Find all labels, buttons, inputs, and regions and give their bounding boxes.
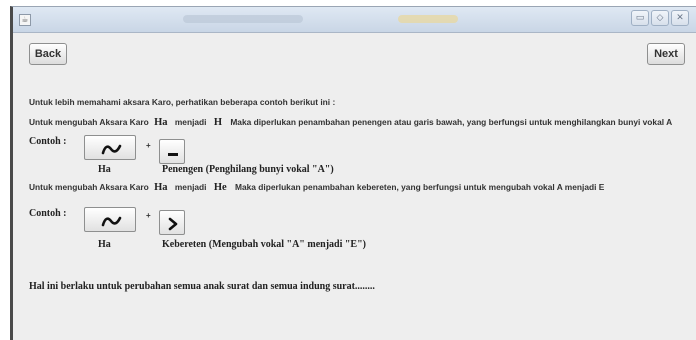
sentence-prefix: Untuk mengubah Aksara Karo bbox=[29, 117, 149, 127]
contoh-label: Contoh : bbox=[29, 208, 67, 219]
sentence-prefix: Untuk mengubah Aksara Karo bbox=[29, 182, 149, 192]
content-panel: Back Next Untuk lebih memahami aksara Ka… bbox=[13, 33, 696, 340]
close-icon[interactable]: ✕ bbox=[671, 10, 689, 26]
maximize-icon[interactable]: ◇ bbox=[651, 10, 669, 26]
back-button[interactable]: Back bbox=[29, 43, 67, 65]
aksara-ha-glyph-button[interactable] bbox=[84, 135, 136, 160]
kebereten-description: Kebereten (Mengubah vokal "A" menjadi "E… bbox=[162, 239, 366, 250]
ha-label: Ha bbox=[98, 239, 111, 250]
java-app-icon: ☕ bbox=[19, 14, 31, 26]
minimize-icon[interactable]: ▭ bbox=[631, 10, 649, 26]
ha-label: Ha bbox=[98, 164, 111, 175]
title-bar-background bbox=[183, 15, 303, 23]
to-letter: H bbox=[213, 117, 222, 128]
penengen-description: Penengen (Penghilang bunyi vokal "A") bbox=[162, 164, 334, 175]
aksara-ha-icon bbox=[101, 216, 122, 227]
menjadi-word: menjadi bbox=[174, 182, 207, 192]
aksara-ha-icon bbox=[101, 144, 122, 155]
from-letter: Ha bbox=[154, 117, 168, 128]
penengen-icon bbox=[168, 153, 178, 156]
penengen-glyph-button[interactable] bbox=[159, 139, 185, 164]
from-letter: Ha bbox=[154, 182, 168, 193]
kebereten-glyph-button[interactable] bbox=[159, 210, 185, 235]
sentence-suffix: Maka diperlukan penambahan kebereten, ya… bbox=[234, 182, 605, 192]
app-window: ☕ ▭ ◇ ✕ Back Next Untuk lebih memahami a… bbox=[10, 6, 696, 340]
plus-sign: + bbox=[146, 211, 151, 220]
to-letter: He bbox=[213, 182, 227, 193]
kebereten-icon bbox=[168, 217, 178, 231]
next-button[interactable]: Next bbox=[647, 43, 685, 65]
title-bar-background bbox=[398, 15, 458, 23]
plus-sign: + bbox=[146, 141, 151, 150]
menjadi-word: menjadi bbox=[174, 117, 207, 127]
contoh-label: Contoh : bbox=[29, 136, 67, 147]
title-bar: ☕ ▭ ◇ ✕ bbox=[13, 7, 696, 33]
example2-sentence: Untuk mengubah Aksara Karo Ha menjadi He… bbox=[29, 182, 604, 193]
example1-sentence: Untuk mengubah Aksara Karo Ha menjadi H … bbox=[29, 117, 672, 128]
intro-text: Untuk lebih memahami aksara Karo, perhat… bbox=[29, 97, 336, 107]
sentence-suffix: Maka diperlukan penambahan penengen atau… bbox=[230, 117, 673, 127]
aksara-ha-glyph-button[interactable] bbox=[84, 207, 136, 232]
footer-note: Hal ini berlaku untuk perubahan semua an… bbox=[29, 281, 375, 292]
